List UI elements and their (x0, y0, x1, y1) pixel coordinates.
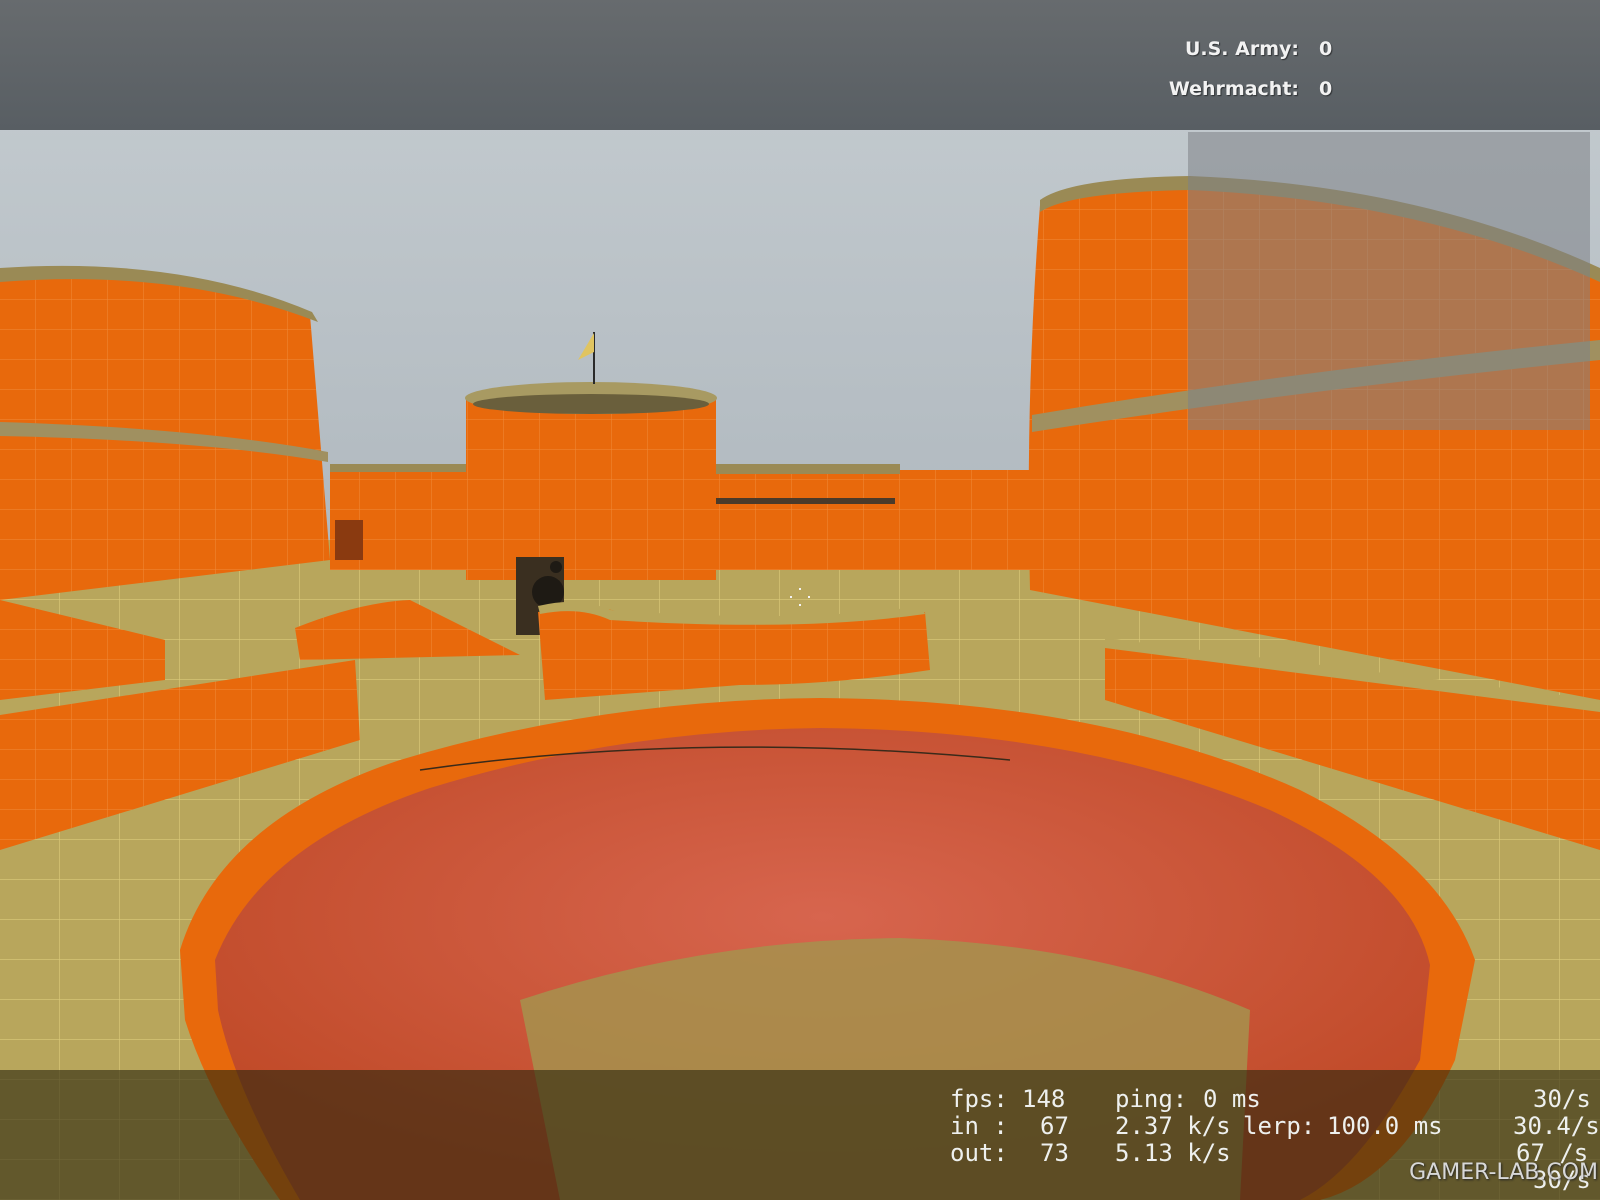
crosshair (790, 588, 810, 608)
net-lerp-value: 100.0 ms (1327, 1112, 1443, 1140)
net-in-value: 67 (1040, 1112, 1069, 1140)
team-score: 0 (1319, 78, 1333, 100)
net-rate-mid: 30.4/s (1513, 1112, 1600, 1140)
net-fps-label: fps: (950, 1085, 1008, 1113)
minimap-overlay (1188, 132, 1590, 430)
team-name: U.S. Army: (1184, 38, 1299, 60)
net-out-label: out: (950, 1139, 1008, 1167)
team-score: 0 (1319, 38, 1333, 60)
scoreboard-bar (0, 0, 1600, 130)
net-in-rate: 2.37 k/s (1115, 1112, 1231, 1140)
net-rate-top: 30/s (1533, 1085, 1591, 1113)
watermark-logo: GAMER-LAB.COM (1409, 1160, 1598, 1185)
net-ping-label: ping: (1115, 1085, 1188, 1113)
net-fps-value: 148 (1022, 1085, 1066, 1113)
net-lerp-label: lerp: (1243, 1112, 1316, 1140)
net-in-label: in : (950, 1112, 1008, 1140)
net-ping-value: 0 ms (1203, 1085, 1261, 1113)
game-viewport: U.S. Army: 0 Wehrmacht: 0 fps: 148 ping:… (0, 0, 1600, 1200)
left-tower (0, 265, 330, 600)
team-name: Wehrmacht: (1168, 78, 1299, 100)
net-out-value: 73 (1040, 1139, 1069, 1167)
net-out-rate: 5.13 k/s (1115, 1139, 1231, 1167)
